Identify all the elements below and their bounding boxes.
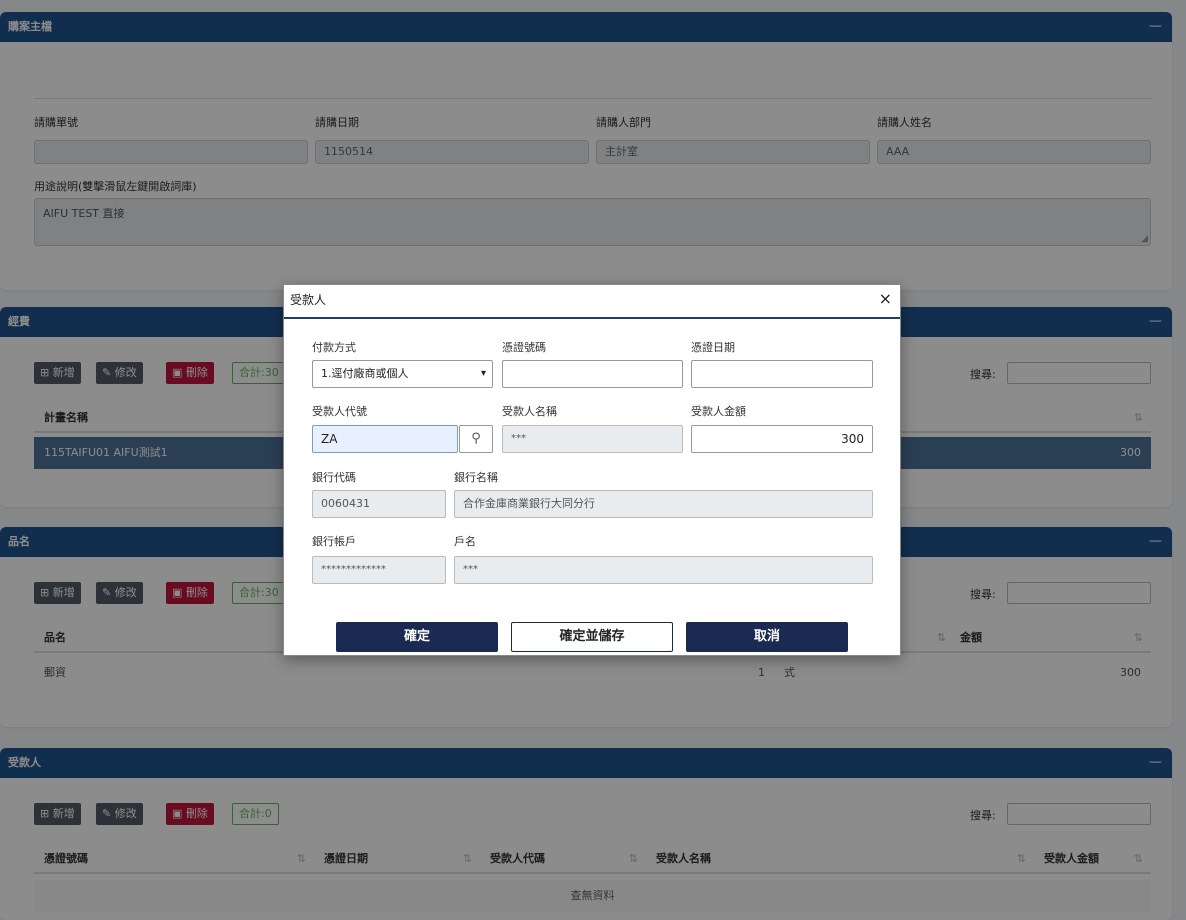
voucher-date-input[interactable] — [691, 360, 873, 388]
confirm-save-button[interactable]: 確定並儲存 — [511, 622, 673, 652]
voucher-date-label: 憑證日期 — [691, 341, 735, 354]
pay-method-label: 付款方式 — [312, 341, 356, 354]
voucher-no-input[interactable] — [502, 360, 683, 388]
account-name-label: 戶名 — [454, 535, 476, 548]
voucher-no-label: 憑證號碼 — [502, 341, 546, 354]
bank-code-label: 銀行代碼 — [312, 471, 356, 484]
payee-name-label: 受款人名稱 — [502, 405, 557, 418]
modal-title: 受款人 — [290, 293, 327, 307]
payee-name-field: *** — [502, 425, 683, 453]
search-icon[interactable]: ⚲ — [459, 425, 493, 453]
bank-account-field: ************* — [312, 556, 446, 584]
bank-name-label: 銀行名稱 — [454, 471, 498, 484]
pay-method-select[interactable]: 1.逕付廠商或個人 ▾ — [312, 360, 493, 388]
payee-modal: 受款人 × 付款方式 憑證號碼 憑證日期 1.逕付廠商或個人 ▾ 受款人代號 受… — [283, 284, 901, 656]
pay-method-value: 1.逕付廠商或個人 — [321, 367, 409, 380]
payee-amount-label: 受款人金額 — [691, 405, 746, 418]
payee-amount-input[interactable]: 300 — [691, 425, 873, 453]
cancel-button[interactable]: 取消 — [686, 622, 848, 652]
bank-code-field: 0060431 — [312, 490, 446, 518]
page: 購案主檔 — 請購單號 請購日期 請購人部門 請購人姓名 1150514 主計室… — [0, 0, 1186, 920]
confirm-button[interactable]: 確定 — [336, 622, 498, 652]
account-name-field: *** — [454, 556, 873, 584]
bank-name-field: 合作金庫商業銀行大同分行 — [454, 490, 873, 518]
chevron-down-icon: ▾ — [480, 368, 486, 379]
modal-title-underline — [284, 317, 900, 319]
bank-account-label: 銀行帳戶 — [312, 535, 356, 548]
payee-code-label: 受款人代號 — [312, 405, 367, 418]
payee-code-input[interactable]: ZA — [312, 425, 458, 453]
close-icon[interactable]: × — [879, 289, 892, 308]
